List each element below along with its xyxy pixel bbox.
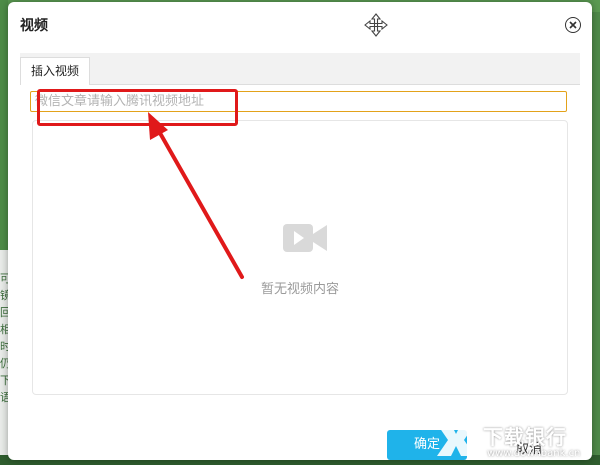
tab-bar: 插入视频 [20,53,580,85]
watermark: 下载银行 www.downbank.cn [435,418,593,462]
red-arrow-annotation [148,112,244,279]
video-preview-area: 暂无视频内容 [32,120,568,395]
dialog-title: 视频 [20,18,48,34]
background-side-text: 可 镜 回 相 时 仍 下 语 [0,272,8,404]
video-camera-icon [283,222,329,254]
move-arrows-icon[interactable] [364,13,388,37]
close-circle-icon[interactable] [565,17,581,33]
background-left-green [0,0,8,250]
video-dialog: 视频 插入视频 微信文章请输入腾讯视频地址 暂无视频内容 确定 取消 [8,2,592,460]
watermark-title: 下载银行 [483,425,567,449]
watermark-logo-icon [437,424,475,456]
tab-insert-video[interactable]: 插入视频 [20,57,91,85]
watermark-url: www.downbank.cn [487,448,581,459]
dialog-header: 视频 [8,2,592,44]
empty-state-text: 暂无视频内容 [260,282,339,297]
